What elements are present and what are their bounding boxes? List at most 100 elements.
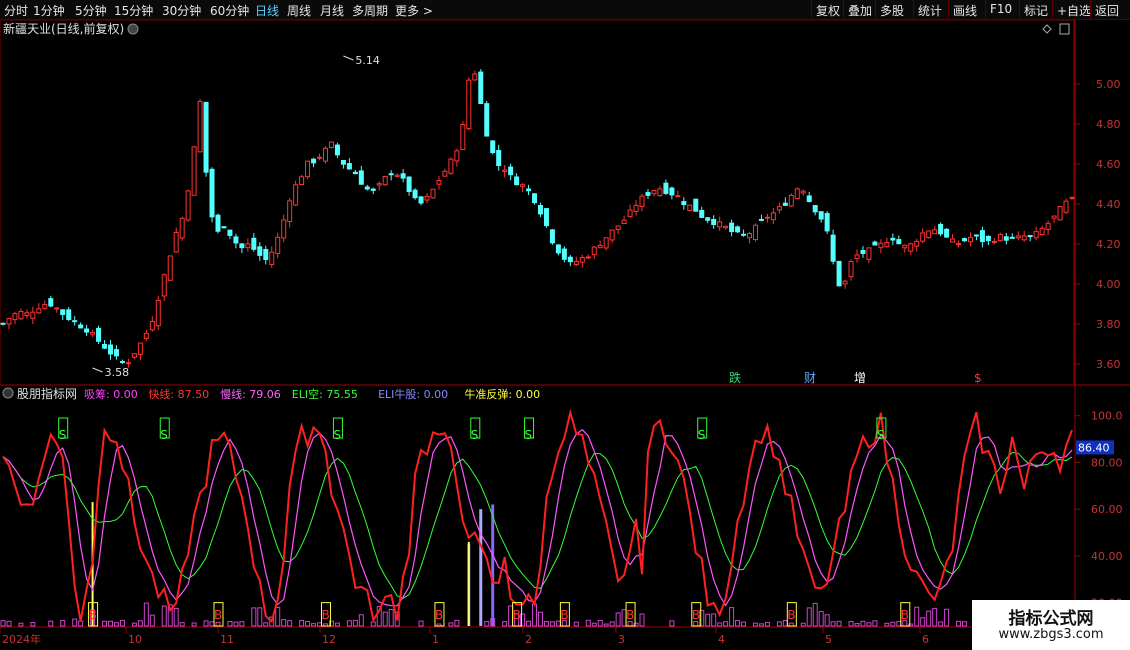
accumulation-bar: [824, 614, 830, 627]
candle-body: [257, 246, 263, 256]
period-tab-6[interactable]: 日线: [255, 2, 279, 19]
accumulation-bar: [48, 620, 54, 627]
period-tab-0[interactable]: 分时: [4, 2, 28, 19]
x-axis-label: 4: [718, 633, 725, 646]
candle-body: [322, 147, 328, 162]
candle-body: [926, 230, 932, 238]
candle-body: [287, 200, 293, 223]
accumulation-bar: [173, 607, 179, 627]
toolbar-button-8[interactable]: 返回: [1095, 2, 1119, 19]
candle-body: [687, 204, 693, 211]
toolbar-button-7[interactable]: +自选: [1057, 2, 1091, 19]
candle-body: [358, 170, 364, 185]
candle-body: [1051, 215, 1057, 219]
candle-body: [854, 254, 860, 259]
period-tab-3[interactable]: 15分钟: [114, 2, 153, 19]
accumulation-bar: [191, 622, 197, 627]
accumulation-bar: [179, 622, 185, 627]
x-axis-label: 2024年: [2, 632, 41, 646]
candle-body: [932, 229, 938, 235]
indicator-value-5: 牛准反弹: 0.00: [464, 387, 540, 401]
candle-body: [155, 299, 161, 327]
candle-body: [914, 240, 920, 247]
period-tab-5[interactable]: 60分钟: [210, 2, 249, 19]
indicator-value-3: ELI空: 75.55: [292, 387, 358, 401]
candle-body: [328, 141, 334, 148]
candle-body: [54, 307, 60, 310]
accumulation-bar: [741, 621, 747, 627]
candle-body: [938, 223, 944, 235]
toolbar-button-4[interactable]: 画线: [953, 2, 977, 19]
toolbar-button-3[interactable]: 统计: [918, 2, 942, 19]
accumulation-bar: [287, 620, 293, 627]
candle-body: [305, 160, 311, 178]
candle-body: [137, 342, 143, 355]
toolbar-button-5[interactable]: F10: [990, 2, 1012, 16]
accumulation-bar: [382, 611, 388, 627]
candle-body: [752, 224, 758, 241]
indicator-name: 股朋指标网: [17, 386, 77, 401]
accumulation-bar: [358, 614, 364, 627]
candle-body: [334, 144, 340, 156]
candle-body: [448, 158, 454, 174]
accumulation-bar: [299, 620, 305, 627]
event-marker-1: 财: [804, 371, 816, 385]
candle-body: [908, 243, 914, 252]
period-tab-7[interactable]: 周线: [287, 2, 311, 19]
candle-body: [747, 233, 753, 239]
candle-body: [675, 195, 681, 198]
period-tab-1[interactable]: 1分钟: [33, 2, 65, 19]
candle-body: [788, 195, 794, 207]
toolbar-button-6[interactable]: 标记: [1024, 2, 1048, 19]
candle-body: [573, 260, 579, 266]
candle-body: [119, 361, 125, 364]
accumulation-bar: [723, 621, 729, 627]
accumulation-bar: [502, 621, 508, 627]
accumulation-bar: [872, 620, 878, 627]
x-axis-label: 6: [922, 633, 929, 646]
candle-body: [131, 353, 137, 358]
candle-body: [991, 240, 997, 243]
accumulation-bar: [752, 622, 758, 627]
toolbar-button-1[interactable]: 叠加: [848, 2, 872, 19]
candle-body: [830, 234, 836, 262]
period-tab-4[interactable]: 30分钟: [162, 2, 201, 19]
sell-signal-label: S: [59, 428, 67, 442]
period-tab-2[interactable]: 5分钟: [75, 2, 107, 19]
candle-body: [346, 163, 352, 170]
candle-body: [884, 242, 890, 248]
accumulation-bar: [484, 621, 490, 627]
sell-signal-label: S: [698, 428, 706, 442]
period-toolbar: 分时 1分钟 5分钟 15分钟 30分钟 60分钟 日线 周线 月线 多周期 更多 > 复权 叠加 多股统…: [0, 0, 1130, 20]
toolbar-separator: [875, 0, 876, 19]
accumulation-bar: [627, 621, 633, 627]
candle-body: [741, 233, 747, 236]
window-icon: [1059, 23, 1070, 35]
candle-body: [591, 246, 597, 256]
candle-body: [770, 212, 776, 221]
candle-body: [30, 311, 36, 319]
period-tab-10[interactable]: 更多 >: [395, 2, 433, 19]
accumulation-bar: [962, 621, 968, 627]
candle-body: [669, 187, 675, 196]
candle-body: [370, 188, 376, 191]
accumulation-bar: [352, 619, 358, 627]
candle-body: [496, 150, 502, 167]
accumulation-bar: [597, 619, 603, 627]
candle-body: [6, 318, 12, 325]
candle-body: [956, 243, 962, 246]
candle-body: [872, 241, 878, 246]
period-tab-9[interactable]: 多周期: [352, 2, 388, 19]
candle-body: [490, 140, 496, 154]
candle-body: [311, 158, 317, 164]
candle-body: [48, 298, 54, 307]
candle-body: [484, 103, 490, 137]
period-tab-8[interactable]: 月线: [320, 2, 344, 19]
candle-body: [102, 343, 108, 349]
accumulation-bar: [317, 622, 323, 627]
toolbar-button-0[interactable]: 复权: [816, 2, 840, 19]
toolbar-button-2[interactable]: 多股: [880, 2, 904, 19]
candle-body: [472, 73, 478, 81]
x-axis-label: 5: [825, 633, 832, 646]
candle-body: [979, 230, 985, 243]
